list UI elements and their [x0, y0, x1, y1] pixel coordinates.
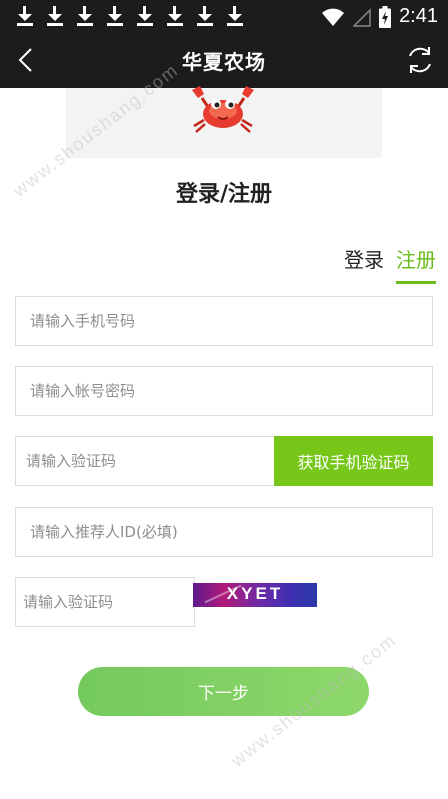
download-icon — [14, 5, 36, 27]
captcha-text: XYET — [226, 584, 284, 603]
wifi-icon — [322, 8, 345, 26]
tab-register[interactable]: 注册 — [396, 244, 436, 284]
next-step-button[interactable]: 下一步 — [78, 667, 369, 716]
download-notifications — [14, 5, 246, 27]
status-bar: 2:41 — [0, 0, 448, 32]
captcha-field — [15, 577, 195, 627]
download-icon — [194, 5, 216, 27]
login-register-heading: 登录/注册 — [175, 182, 273, 207]
refresh-icon[interactable] — [404, 44, 436, 76]
app-header: 华夏农场 — [0, 32, 448, 88]
page-title: 华夏农场 — [182, 50, 266, 74]
download-icon — [164, 5, 186, 27]
captcha-input[interactable] — [16, 578, 194, 626]
tab-login[interactable]: 登录 — [344, 244, 384, 284]
auth-tabs: 登录 注册 — [344, 244, 436, 284]
download-icon — [44, 5, 66, 27]
get-sms-code-button[interactable]: 获取手机验证码 — [274, 436, 433, 486]
password-field — [15, 366, 433, 416]
download-icon — [134, 5, 156, 27]
crab-icon — [192, 86, 254, 133]
battery-icon — [379, 5, 392, 28]
download-icon — [224, 5, 246, 27]
system-icons: 2:41 — [321, 5, 438, 28]
download-icon — [74, 5, 96, 27]
sms-code-input[interactable] — [16, 437, 275, 485]
clock: 2:41 — [399, 5, 438, 27]
phone-input[interactable] — [16, 297, 432, 345]
phone-field — [15, 296, 433, 346]
sms-code-field — [15, 436, 275, 486]
password-input[interactable] — [16, 367, 432, 415]
referrer-input[interactable] — [16, 508, 432, 556]
captcha-image[interactable]: XYET — [193, 583, 317, 607]
signal-icon — [353, 7, 371, 27]
download-icon — [104, 5, 126, 27]
referrer-field — [15, 507, 433, 557]
